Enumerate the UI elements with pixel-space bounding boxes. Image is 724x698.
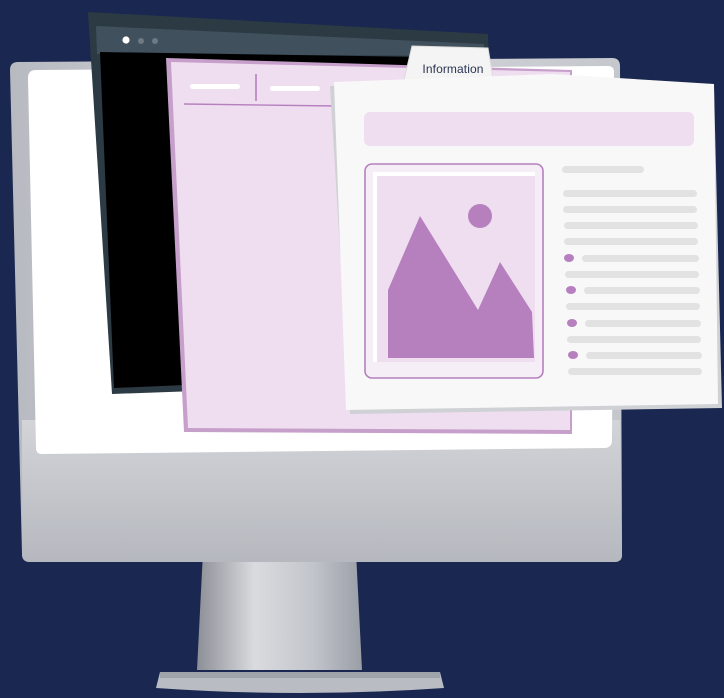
window-dot-close[interactable]	[122, 36, 130, 44]
text-line	[564, 238, 698, 245]
text-line	[567, 336, 701, 343]
window-dot-minimize[interactable]	[138, 38, 144, 44]
monitor-stand	[156, 552, 444, 693]
info-card	[330, 45, 722, 414]
text-line	[565, 271, 699, 278]
bullet-icon	[564, 254, 574, 262]
text-line	[586, 352, 702, 359]
illustration	[10, 12, 722, 693]
bullet-icon	[568, 351, 578, 359]
text-line	[582, 255, 699, 262]
image-placeholder-icon	[364, 163, 544, 379]
bullet-icon	[566, 286, 576, 294]
card-header-bar	[364, 112, 694, 146]
text-line	[585, 320, 701, 327]
text-line	[568, 368, 702, 375]
pink-tab-line-left[interactable]	[190, 84, 240, 89]
text-line	[563, 206, 697, 213]
text-line	[566, 303, 700, 310]
information-tab-label[interactable]: Information	[410, 62, 496, 76]
text-line	[562, 166, 644, 173]
pink-tab-line-right[interactable]	[270, 86, 320, 91]
text-line	[564, 222, 698, 229]
window-dot-maximize[interactable]	[152, 38, 158, 44]
text-line	[563, 190, 697, 197]
bullet-icon	[567, 319, 577, 327]
text-line	[584, 287, 700, 294]
